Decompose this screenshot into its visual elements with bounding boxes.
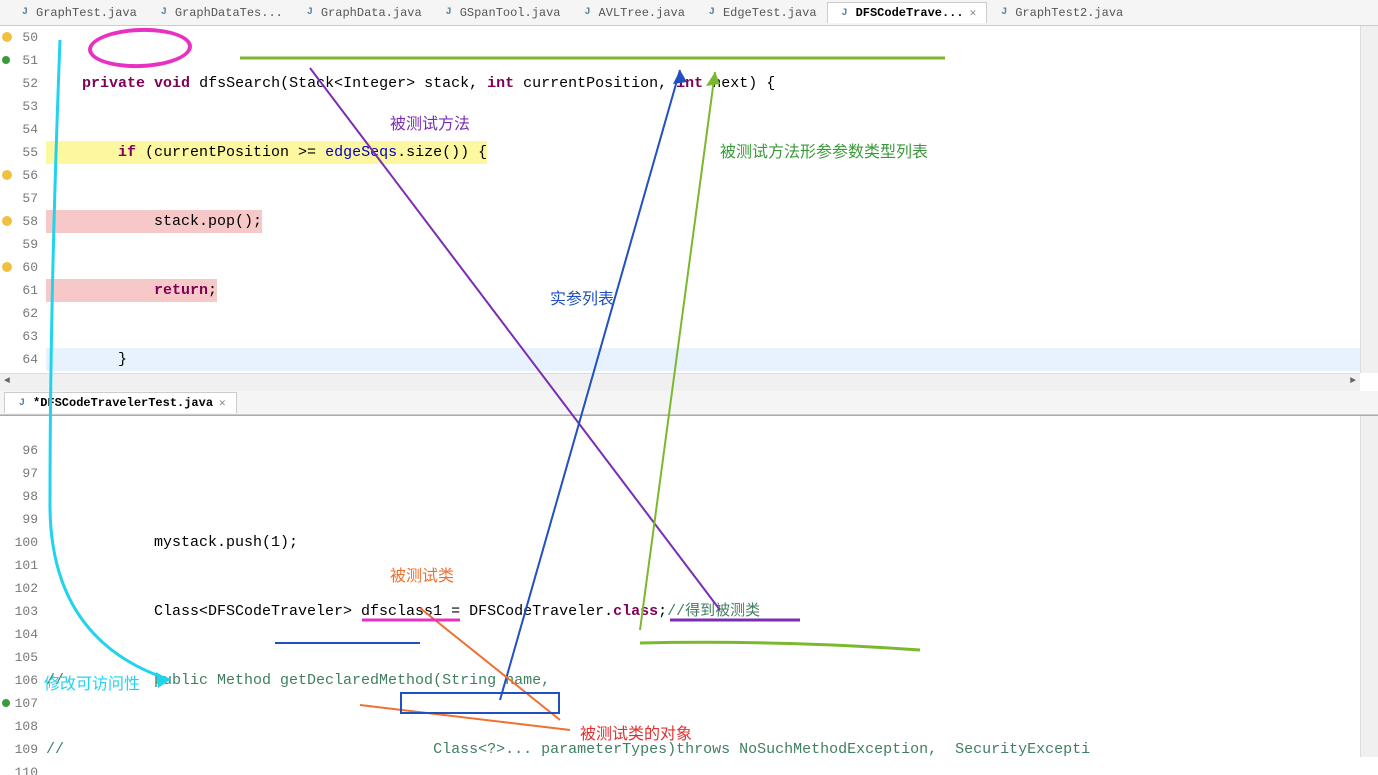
tab-label: *DFSCodeTravelerTest.java bbox=[33, 396, 213, 410]
code-line[interactable]: } bbox=[46, 348, 1360, 371]
horizontal-scrollbar[interactable]: ◄ ► bbox=[0, 373, 1360, 391]
java-file-icon bbox=[705, 6, 719, 20]
line-number bbox=[0, 416, 38, 439]
java-file-icon bbox=[18, 6, 32, 20]
code-line[interactable]: // Class<?>... parameterTypes)throws NoS… bbox=[46, 738, 1360, 761]
close-icon[interactable]: ✕ bbox=[970, 6, 977, 20]
line-number: 98 bbox=[0, 485, 38, 508]
java-file-icon bbox=[838, 6, 852, 20]
java-file-icon bbox=[581, 6, 595, 20]
code-area-bottom[interactable]: mystack.push(1); Class<DFSCodeTraveler> … bbox=[46, 416, 1360, 775]
line-number: 107 bbox=[0, 692, 38, 715]
line-number: 106 bbox=[0, 669, 38, 692]
line-number: 53 bbox=[0, 95, 38, 118]
bottom-editor[interactable]: 96 97 98 99 100 101 102 103 104 105 106 … bbox=[0, 415, 1378, 775]
java-file-icon bbox=[442, 6, 456, 20]
line-number: 61 bbox=[0, 279, 38, 302]
scroll-right-icon[interactable]: ► bbox=[1350, 376, 1356, 387]
tab-dfstest[interactable]: *DFSCodeTravelerTest.java ✕ bbox=[4, 392, 237, 413]
line-gutter: 96 97 98 99 100 101 102 103 104 105 106 … bbox=[0, 416, 46, 775]
scroll-left-icon[interactable]: ◄ bbox=[4, 376, 10, 387]
code-line[interactable]: stack.pop(); bbox=[46, 210, 1360, 233]
tab-gspantool[interactable]: GSpanTool.java bbox=[432, 3, 571, 23]
code-line[interactable]: if (currentPosition >= edgeSeqs.size()) … bbox=[46, 141, 1360, 164]
line-number: 54 bbox=[0, 118, 38, 141]
line-number: 60 bbox=[0, 256, 38, 279]
line-number: 105 bbox=[0, 646, 38, 669]
close-icon[interactable]: ✕ bbox=[219, 396, 226, 410]
tab-label: GraphData.java bbox=[321, 6, 422, 20]
line-number: 97 bbox=[0, 462, 38, 485]
line-number: 64 bbox=[0, 348, 38, 371]
code-line[interactable]: private void dfsSearch(Stack<Integer> st… bbox=[46, 72, 1360, 95]
java-file-icon bbox=[303, 6, 317, 20]
java-file-icon bbox=[15, 396, 29, 410]
top-tab-bar: GraphTest.java GraphDataTes... GraphData… bbox=[0, 0, 1378, 26]
tab-label: GraphDataTes... bbox=[175, 6, 283, 20]
line-number: 104 bbox=[0, 623, 38, 646]
line-number: 108 bbox=[0, 715, 38, 738]
line-number: 50 bbox=[0, 26, 38, 49]
tab-avltree[interactable]: AVLTree.java bbox=[571, 3, 695, 23]
line-number: 100 bbox=[0, 531, 38, 554]
tab-label: GraphTest2.java bbox=[1015, 6, 1123, 20]
tab-edgetest[interactable]: EdgeTest.java bbox=[695, 3, 827, 23]
bottom-tab-bar: *DFSCodeTravelerTest.java ✕ bbox=[0, 391, 1378, 415]
tab-graphtest[interactable]: GraphTest.java bbox=[8, 3, 147, 23]
line-number: 102 bbox=[0, 577, 38, 600]
line-number: 63 bbox=[0, 325, 38, 348]
tab-dfscodetrave[interactable]: DFSCodeTrave... ✕ bbox=[827, 2, 988, 23]
line-number: 58 bbox=[0, 210, 38, 233]
code-line[interactable]: Class<DFSCodeTraveler> dfsclass1 = DFSCo… bbox=[46, 600, 1360, 623]
tab-label: GraphTest.java bbox=[36, 6, 137, 20]
tab-label: GSpanTool.java bbox=[460, 6, 561, 20]
vertical-scrollbar[interactable] bbox=[1360, 416, 1378, 757]
line-number: 52 bbox=[0, 72, 38, 95]
line-number: 109 bbox=[0, 738, 38, 761]
tab-label: AVLTree.java bbox=[599, 6, 685, 20]
line-number: 56 bbox=[0, 164, 38, 187]
line-number: 59 bbox=[0, 233, 38, 256]
java-file-icon bbox=[157, 6, 171, 20]
line-number: 62 bbox=[0, 302, 38, 325]
java-file-icon bbox=[997, 6, 1011, 20]
line-number: 99 bbox=[0, 508, 38, 531]
line-gutter: 50 51 52 53 54 55 56 57 58 59 60 61 62 6… bbox=[0, 26, 46, 391]
tab-graphdata[interactable]: GraphData.java bbox=[293, 3, 432, 23]
line-number: 103 bbox=[0, 600, 38, 623]
line-number: 57 bbox=[0, 187, 38, 210]
vertical-scrollbar[interactable] bbox=[1360, 26, 1378, 373]
code-line[interactable]: mystack.push(1); bbox=[46, 531, 1360, 554]
tab-label: EdgeTest.java bbox=[723, 6, 817, 20]
tab-graphtest2[interactable]: GraphTest2.java bbox=[987, 3, 1133, 23]
tab-label: DFSCodeTrave... bbox=[856, 6, 964, 20]
line-number: 55 bbox=[0, 141, 38, 164]
line-number: 51 bbox=[0, 49, 38, 72]
line-number: 101 bbox=[0, 554, 38, 577]
line-number: 110 bbox=[0, 761, 38, 775]
tab-graphdatates[interactable]: GraphDataTes... bbox=[147, 3, 293, 23]
code-line[interactable]: // public Method getDeclaredMethod(Strin… bbox=[46, 669, 1360, 692]
top-editor[interactable]: 50 51 52 53 54 55 56 57 58 59 60 61 62 6… bbox=[0, 26, 1378, 391]
line-number: 96 bbox=[0, 439, 38, 462]
code-line[interactable] bbox=[46, 462, 1360, 485]
code-area-top[interactable]: private void dfsSearch(Stack<Integer> st… bbox=[46, 26, 1360, 391]
code-line[interactable]: return; bbox=[46, 279, 1360, 302]
